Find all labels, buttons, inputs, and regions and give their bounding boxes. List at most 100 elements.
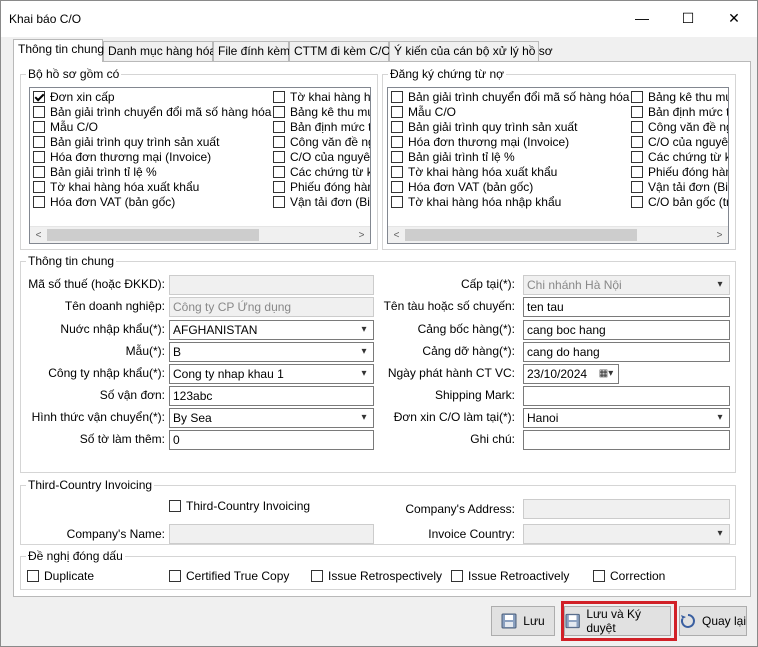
- checklist-item[interactable]: Hóa đơn thương mại (Invoice): [33, 151, 211, 166]
- scroll-left-icon[interactable]: <: [30, 227, 47, 243]
- checkbox[interactable]: [391, 151, 403, 163]
- third-country-checkbox[interactable]: [169, 500, 181, 512]
- checklist-item[interactable]: Công văn đề nghị: [273, 136, 370, 151]
- checklist-item[interactable]: Đơn xin cấp: [33, 91, 115, 106]
- checklist-item[interactable]: Công văn đề nghị: [631, 121, 728, 136]
- checklist-item[interactable]: Mẫu C/O: [391, 106, 456, 121]
- mau-select[interactable]: B ▾: [169, 342, 374, 362]
- certified-checkbox-row[interactable]: Certified True Copy: [169, 570, 289, 585]
- checklist-item[interactable]: Mẫu C/O: [33, 121, 98, 136]
- checkbox[interactable]: [33, 91, 45, 103]
- don-xin-select[interactable]: Hanoi ▾: [523, 408, 730, 428]
- scroll-thumb[interactable]: [405, 229, 637, 241]
- checklist-item[interactable]: Tờ khai hàng hóa xuất khẩu: [391, 166, 557, 181]
- checklist-item[interactable]: Bản giải trình quy trình sản xuất: [33, 136, 219, 151]
- checkbox[interactable]: [631, 181, 643, 193]
- tab-thong-tin-chung[interactable]: Thông tin chung: [13, 39, 104, 62]
- save-button[interactable]: Lưu: [491, 606, 555, 636]
- checklist-item[interactable]: Bản giải trình tỉ lệ %: [33, 166, 157, 181]
- checkbox[interactable]: [273, 91, 285, 103]
- checklist-item[interactable]: Phiếu đóng hàng: [631, 166, 728, 181]
- checkbox[interactable]: [391, 121, 403, 133]
- checkbox[interactable]: [391, 166, 403, 178]
- checkbox[interactable]: [273, 196, 285, 208]
- issue-retroactively-checkbox-row[interactable]: Issue Retroactively: [451, 570, 569, 585]
- checklist-item[interactable]: Bản giải trình quy trình sản xuất: [391, 121, 577, 136]
- checkbox[interactable]: [273, 106, 285, 118]
- checklist-item[interactable]: Hóa đơn VAT (bản gốc): [33, 196, 175, 211]
- issue-retroactively-checkbox[interactable]: [451, 570, 463, 582]
- checklist-item[interactable]: Bảng kê thu mua: [631, 91, 728, 106]
- checklist-item[interactable]: C/O của nguyên l: [273, 151, 370, 166]
- checklist-item[interactable]: Vận tải đơn (Bill of: [631, 181, 728, 196]
- scroll-thumb[interactable]: [47, 229, 259, 241]
- duplicate-checkbox-row[interactable]: Duplicate: [27, 570, 94, 585]
- close-button[interactable]: ✕: [711, 1, 757, 35]
- checkbox[interactable]: [273, 151, 285, 163]
- cang-do-field[interactable]: cang do hang: [523, 342, 730, 362]
- ten-tau-field[interactable]: ten tau: [523, 297, 730, 317]
- scroll-left-icon[interactable]: <: [388, 227, 405, 243]
- checkbox[interactable]: [391, 196, 403, 208]
- checkbox[interactable]: [33, 106, 45, 118]
- ten-dn-field[interactable]: Công ty CP Ứng dụng: [169, 297, 374, 317]
- checkbox[interactable]: [273, 181, 285, 193]
- calendar-icon[interactable]: ▦▾: [596, 365, 616, 383]
- checkbox[interactable]: [33, 136, 45, 148]
- checkbox[interactable]: [631, 151, 643, 163]
- ngay-ph-datepicker[interactable]: 23/10/2024 ▦▾: [523, 364, 619, 384]
- company-name-field[interactable]: [169, 524, 374, 544]
- correction-checkbox-row[interactable]: Correction: [593, 570, 665, 585]
- checkbox[interactable]: [631, 196, 643, 208]
- ma-so-thue-field[interactable]: [169, 275, 374, 295]
- checkbox[interactable]: [33, 151, 45, 163]
- maximize-button[interactable]: ☐: [665, 1, 711, 35]
- checklist-item[interactable]: Bản giải trình chuyển đổi mã số hàng hóa: [33, 106, 271, 121]
- checkbox[interactable]: [631, 121, 643, 133]
- checkbox[interactable]: [631, 136, 643, 148]
- checkbox[interactable]: [33, 196, 45, 208]
- checkbox[interactable]: [273, 136, 285, 148]
- issue-retrospectively-checkbox-row[interactable]: Issue Retrospectively: [311, 570, 442, 585]
- invoice-country-select[interactable]: ▾: [523, 524, 730, 544]
- tab-cttm[interactable]: CTTM đi kèm C/O: [289, 41, 391, 61]
- checklist-item[interactable]: Phiếu đóng hàng: [273, 181, 370, 196]
- checkbox[interactable]: [33, 166, 45, 178]
- checklist-item[interactable]: Các chứng từ khá: [631, 151, 728, 166]
- checkbox[interactable]: [391, 106, 403, 118]
- checklist-item[interactable]: C/O của nguyên l: [631, 136, 728, 151]
- tab-danh-muc-hang-hoa[interactable]: Danh mục hàng hóa: [103, 41, 216, 61]
- third-country-checkbox-row[interactable]: Third-Country Invoicing: [169, 500, 310, 515]
- cap-tai-select[interactable]: Chi nhánh Hà Nội ▾: [523, 275, 730, 295]
- company-address-field[interactable]: [523, 499, 730, 519]
- hinh-thuc-select[interactable]: By Sea ▾: [169, 408, 374, 428]
- shipping-field[interactable]: [523, 386, 730, 406]
- horizontal-scrollbar[interactable]: < >: [30, 226, 370, 243]
- checklist-item[interactable]: Các chứng từ khá: [273, 166, 370, 181]
- checklist-item[interactable]: Hóa đơn VAT (bản gốc): [391, 181, 533, 196]
- checklist-item[interactable]: Bản giải trình tỉ lệ %: [391, 151, 515, 166]
- checkbox[interactable]: [391, 181, 403, 193]
- certified-checkbox[interactable]: [169, 570, 181, 582]
- checklist-item[interactable]: Bản giải trình chuyển đổi mã số hàng hóa: [391, 91, 629, 106]
- checklist-item[interactable]: Vận tải đơn (Bill of: [273, 196, 370, 211]
- checkbox[interactable]: [631, 91, 643, 103]
- checkbox[interactable]: [391, 136, 403, 148]
- nuoc-nk-select[interactable]: AFGHANISTAN ▾: [169, 320, 374, 340]
- checklist-item[interactable]: Tờ khai hàng hóa nhập khẩu: [391, 196, 561, 211]
- scroll-right-icon[interactable]: >: [353, 227, 370, 243]
- duplicate-checkbox[interactable]: [27, 570, 39, 582]
- checkbox[interactable]: [631, 106, 643, 118]
- so-to-field[interactable]: 0: [169, 430, 374, 450]
- checklist-item[interactable]: Bản định mức tiêu: [631, 106, 728, 121]
- correction-checkbox[interactable]: [593, 570, 605, 582]
- checkbox[interactable]: [631, 166, 643, 178]
- checkbox[interactable]: [33, 181, 45, 193]
- checkbox[interactable]: [33, 121, 45, 133]
- checkbox[interactable]: [391, 91, 403, 103]
- checklist-item[interactable]: Bản định mức tiêu: [273, 121, 370, 136]
- ghi-chu-field[interactable]: [523, 430, 730, 450]
- checkbox[interactable]: [273, 166, 285, 178]
- tab-y-kien[interactable]: Ý kiến của cán bộ xử lý hồ sơ: [389, 41, 553, 61]
- so-van-don-field[interactable]: 123abc: [169, 386, 374, 406]
